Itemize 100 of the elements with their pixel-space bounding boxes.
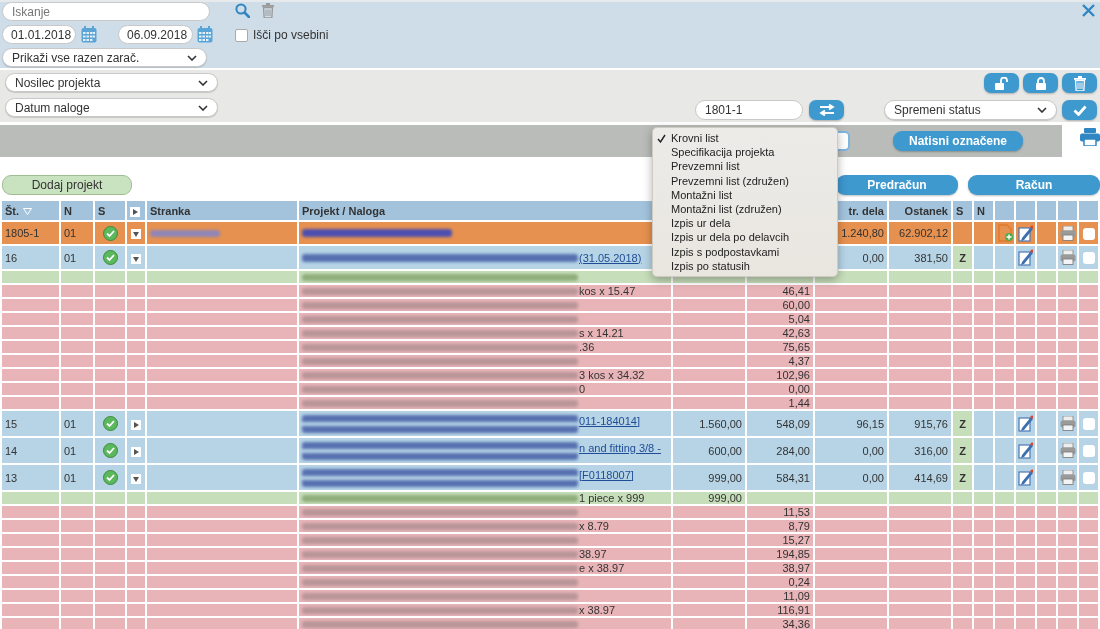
- checkbox-label: Išči po vsebini: [253, 28, 329, 42]
- item-text: 3 kos x 34.32: [579, 369, 645, 381]
- order-link[interactable]: 011-184014]: [579, 414, 640, 427]
- table-cell: 42,63: [747, 327, 813, 339]
- table-cell: 548,09: [747, 411, 813, 436]
- column-header[interactable]: S: [98, 204, 106, 217]
- row-checkbox[interactable]: [1082, 445, 1095, 458]
- expand-toggle[interactable]: [131, 446, 141, 457]
- menu-item[interactable]: Izpis s podpostavkami: [671, 245, 780, 258]
- item-text: 38.97: [579, 548, 607, 560]
- calendar-icon[interactable]: [81, 26, 97, 43]
- unlock-button[interactable]: [984, 73, 1019, 93]
- status-dropdown[interactable]: Spremeni status: [884, 100, 1057, 120]
- table-cell: 584,31: [747, 465, 813, 490]
- item-text: e x 38.97: [579, 562, 625, 574]
- table-cell: 600,00: [673, 438, 745, 463]
- table-cell: 60,00: [747, 299, 813, 311]
- table-cell: 14: [2, 438, 59, 463]
- search-icon[interactable]: [235, 3, 250, 18]
- table-cell: 102,96: [747, 369, 813, 381]
- date-field[interactable]: 06.09.2018: [118, 25, 193, 44]
- table-cell: 915,76: [889, 411, 951, 436]
- expand-all-icon[interactable]: [130, 206, 140, 217]
- column-header[interactable]: Št.: [5, 204, 20, 217]
- status-letter: Z: [953, 246, 972, 269]
- expand-toggle[interactable]: [131, 419, 141, 430]
- add-project-button[interactable]: Dodaj projekt: [2, 175, 132, 195]
- edit-icon[interactable]: [1018, 469, 1033, 486]
- owner-dropdown[interactable]: Nosilec projekta: [5, 73, 218, 92]
- printer-icon[interactable]: [1059, 250, 1076, 265]
- expand-toggle[interactable]: [131, 253, 141, 264]
- row-checkbox[interactable]: [1082, 227, 1095, 240]
- table-cell: 0,24: [747, 576, 813, 588]
- row-checkbox[interactable]: [1082, 252, 1095, 265]
- menu-item[interactable]: Montažni list: [671, 188, 733, 201]
- chevron-icon: [198, 104, 208, 111]
- search-field[interactable]: Iskanje: [2, 2, 210, 21]
- status-letter: Z: [953, 465, 972, 490]
- item-text: s x 14.21: [579, 327, 624, 339]
- table-cell: 5,04: [747, 313, 813, 325]
- swap-icon: [818, 104, 835, 116]
- trash-icon[interactable]: [1073, 75, 1086, 91]
- delete-button[interactable]: [1062, 73, 1097, 93]
- edit-icon[interactable]: [1018, 249, 1033, 266]
- menu-item[interactable]: Montažni list (združen): [671, 203, 782, 216]
- row-checkbox[interactable]: [1082, 472, 1095, 485]
- printer-icon[interactable]: [1059, 225, 1076, 241]
- table-cell: 414,69: [889, 465, 951, 490]
- column-header[interactable]: Stranka: [150, 204, 191, 217]
- menu-item[interactable]: Krovni list: [671, 132, 719, 145]
- confirm-button[interactable]: [1062, 100, 1097, 120]
- checkbox[interactable]: [235, 28, 248, 42]
- menu-item[interactable]: Specifikacija projekta: [671, 146, 775, 159]
- column-header[interactable]: N: [64, 204, 72, 217]
- close-icon[interactable]: [1082, 4, 1095, 17]
- date-field[interactable]: 01.01.2018: [2, 25, 76, 44]
- edit-icon[interactable]: [1018, 415, 1033, 432]
- table-cell: 15,27: [747, 534, 813, 546]
- menu-item[interactable]: Izpis ur dela po delavcih: [671, 231, 789, 244]
- edit-icon[interactable]: [1018, 224, 1033, 242]
- item-text: .36: [579, 341, 595, 353]
- column-header[interactable]: Projekt / Naloga: [302, 204, 386, 217]
- row-checkbox[interactable]: [1082, 418, 1095, 431]
- date-dropdown[interactable]: Datum naloge: [5, 98, 218, 117]
- expand-toggle[interactable]: [131, 229, 141, 240]
- table-cell: 11,53: [747, 506, 813, 518]
- table-cell: 11,09: [747, 590, 813, 602]
- filter-dropdown[interactable]: Prikaži vse razen zarač.: [2, 48, 207, 67]
- sort-icon[interactable]: [23, 208, 33, 216]
- calendar-icon[interactable]: [197, 26, 213, 43]
- order-field[interactable]: 1801-1: [695, 100, 803, 120]
- item-text: 0: [579, 383, 586, 395]
- printer-icon[interactable]: [1059, 443, 1076, 458]
- table-cell: 194,85: [747, 548, 813, 560]
- table-cell: 116,91: [747, 604, 813, 616]
- lock-button[interactable]: [1023, 73, 1058, 93]
- printer-icon[interactable]: [1080, 128, 1100, 146]
- table-cell: 4,37: [747, 355, 813, 367]
- edit-icon[interactable]: [1018, 442, 1033, 459]
- menu-item[interactable]: Prevzemni list (združen): [671, 174, 789, 187]
- order-link[interactable]: n and fitting 3/8 -: [579, 441, 661, 454]
- order-link[interactable]: [F0118007]: [579, 468, 634, 481]
- order-link[interactable]: (31.05.2018): [579, 251, 642, 264]
- trash-icon[interactable]: [262, 3, 274, 18]
- table-cell: 01: [61, 438, 93, 463]
- item-text: kos x 15.47: [579, 285, 636, 297]
- table-cell: 0,00: [815, 438, 887, 463]
- printer-icon[interactable]: [1059, 470, 1076, 485]
- menu-item[interactable]: Izpis po statusih: [671, 259, 750, 272]
- table-cell: 46,41: [747, 285, 813, 297]
- table-cell: 316,00: [889, 438, 951, 463]
- swap-button[interactable]: [809, 100, 844, 120]
- printer-icon[interactable]: [1059, 416, 1076, 431]
- menu-item[interactable]: Izpis ur dela: [671, 217, 731, 230]
- add-document-icon[interactable]: [996, 224, 1013, 242]
- table-cell: 01: [61, 246, 93, 269]
- table-cell: 15: [2, 411, 59, 436]
- expand-toggle[interactable]: [131, 473, 141, 484]
- chevron-icon: [187, 54, 197, 61]
- menu-item[interactable]: Prevzemni list: [671, 160, 740, 173]
